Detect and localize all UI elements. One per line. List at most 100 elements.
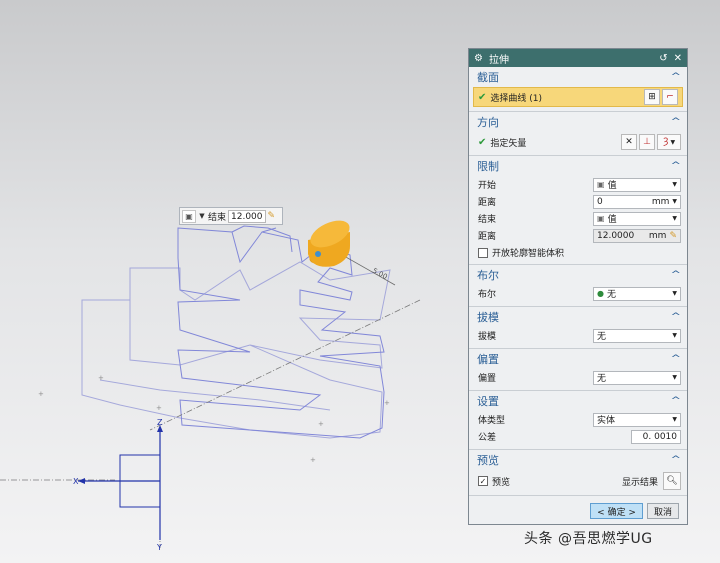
checkmark-icon: ✔: [478, 91, 487, 103]
chevron-down-icon: ▼: [672, 374, 677, 381]
chevron-down-icon: ▼: [672, 181, 677, 188]
open-profile-row[interactable]: 开放轮廓智能体积: [469, 244, 687, 261]
z-axis-label: Z: [157, 418, 163, 427]
end-distance-input[interactable]: 12.0000 mm ✎: [593, 228, 681, 243]
open-profile-label: 开放轮廓智能体积: [492, 249, 565, 259]
offset-header[interactable]: 偏置 ^: [469, 349, 687, 369]
reset-icon[interactable]: ↺: [659, 53, 667, 64]
body-type-select[interactable]: 实体 ▼: [593, 412, 681, 427]
chevron-down-icon[interactable]: ▼: [198, 212, 206, 220]
chevron-up-icon[interactable]: ^: [671, 117, 682, 127]
reverse-direction-icon[interactable]: ✕: [621, 134, 637, 150]
open-profile-checkbox[interactable]: [478, 247, 488, 258]
sketch-section-icon[interactable]: ⌐: [662, 89, 678, 105]
drag-handle-cylinder[interactable]: [306, 215, 354, 268]
mini-end-label: 结束: [208, 212, 227, 223]
section-face-header[interactable]: 截面 ^: [469, 67, 687, 87]
boolean-row: 布尔 ● 无 ▼: [469, 285, 687, 302]
start-label: 开始: [478, 181, 497, 191]
pencil-icon[interactable]: ✎: [268, 211, 276, 221]
specify-vector-label: 指定矢量: [490, 138, 527, 149]
chevron-up-icon[interactable]: ^: [671, 455, 682, 465]
specify-vector-row: ✔ 指定矢量 ✕ ⊥ Ȝ ▼: [469, 132, 687, 152]
offset-row: 偏置 无 ▼: [469, 369, 687, 386]
gear-icon[interactable]: ⚙: [474, 53, 483, 64]
boolean-select[interactable]: ● 无 ▼: [593, 286, 681, 301]
section-face: 截面 ^ ✔ 选择曲线 (1) ⊞ ⌐: [469, 67, 687, 112]
extrude-axis: [149, 299, 421, 431]
draft-label: 拔模: [478, 332, 497, 342]
show-result-label: 显示结果: [621, 477, 658, 488]
section-offset: 偏置 ^ 偏置 无 ▼: [469, 349, 687, 391]
draft-row: 拔模 无 ▼: [469, 327, 687, 344]
section-face-title: 截面: [477, 71, 499, 84]
boolean-title: 布尔: [477, 269, 499, 282]
preview-title: 预览: [477, 454, 499, 467]
svg-text:+: +: [98, 374, 104, 382]
section-limits: 限制 ^ 开始 ▣ 值 ▼ 距离 0 mm ▼ 结束 ▣ 值 ▼ 距离 12.0…: [469, 156, 687, 265]
chevron-up-icon[interactable]: ^: [671, 396, 682, 406]
chevron-up-icon[interactable]: ^: [671, 270, 682, 280]
limits-title: 限制: [477, 160, 499, 173]
end-distance-label: 距离: [478, 232, 497, 242]
chevron-up-icon[interactable]: ^: [671, 72, 682, 82]
chevron-up-icon[interactable]: ^: [671, 354, 682, 364]
chevron-down-icon: ▼: [672, 416, 677, 423]
cancel-button[interactable]: 取消: [646, 503, 679, 519]
preview-label: 预览: [492, 477, 511, 488]
checkmark-icon: ✔: [478, 136, 487, 148]
start-type-select[interactable]: ▣ 值 ▼: [593, 177, 681, 192]
mini-end-value-input[interactable]: 12.000: [228, 209, 266, 223]
dialog-titlebar[interactable]: ⚙ 拉伸 ↺ ✕: [469, 49, 687, 67]
chevron-down-icon: ▼: [672, 290, 677, 297]
svg-text:+: +: [310, 456, 316, 464]
pencil-icon[interactable]: ✎: [669, 231, 677, 241]
settings-title: 设置: [477, 395, 499, 408]
preview-header[interactable]: 预览 ^: [469, 450, 687, 470]
close-icon[interactable]: ✕: [674, 53, 682, 64]
curve-rule-icon[interactable]: ⊞: [644, 89, 660, 105]
start-distance-label: 距离: [478, 198, 497, 208]
boolean-label: 布尔: [478, 290, 497, 300]
chevron-up-icon[interactable]: ^: [671, 161, 682, 171]
vector-dialog-icon[interactable]: ⊥: [639, 134, 655, 150]
ok-button[interactable]: < 确定 >: [590, 503, 643, 519]
offset-label: 偏置: [478, 374, 497, 384]
end-type-select[interactable]: ▣ 值 ▼: [593, 211, 681, 226]
value-type-icon: ▣: [597, 214, 605, 223]
wcs-triad: Z X Y: [73, 418, 163, 552]
boolean-header[interactable]: 布尔 ^: [469, 265, 687, 285]
boolean-none-icon: ●: [597, 289, 604, 298]
section-direction: 方向 ^ ✔ 指定矢量 ✕ ⊥ Ȝ ▼: [469, 112, 687, 156]
magnifier-icon[interactable]: 🔍︎: [663, 472, 681, 490]
vector-type-dropdown[interactable]: Ȝ ▼: [657, 134, 681, 150]
point-markers: + + + + + +: [38, 374, 390, 464]
extrude-type-icon[interactable]: ▣: [182, 209, 196, 223]
tolerance-input[interactable]: 0. 0010: [631, 429, 681, 444]
chevron-down-icon: ▼: [672, 215, 677, 222]
section-draft: 拔模 ^ 拔模 无 ▼: [469, 307, 687, 349]
floating-limit-toolbar: ▣ ▼ 结束 12.000 ✎: [179, 207, 283, 225]
section-settings: 设置 ^ 体类型 实体 ▼ 公差 0. 0010: [469, 391, 687, 450]
preview-checkbox[interactable]: ✓: [478, 476, 488, 486]
draft-title: 拔模: [477, 311, 499, 324]
direction-title: 方向: [477, 116, 499, 129]
draft-header[interactable]: 拔模 ^: [469, 307, 687, 327]
y-axis-label: Y: [156, 543, 162, 552]
tolerance-label: 公差: [478, 433, 497, 443]
limits-header[interactable]: 限制 ^: [469, 156, 687, 176]
select-curve-row[interactable]: ✔ 选择曲线 (1) ⊞ ⌐: [473, 87, 683, 107]
svg-text:+: +: [384, 399, 390, 407]
end-row: 结束 ▣ 值 ▼: [469, 210, 687, 227]
chevron-down-icon[interactable]: ▼: [672, 198, 677, 205]
start-row: 开始 ▣ 值 ▼: [469, 176, 687, 193]
chevron-up-icon[interactable]: ^: [671, 312, 682, 322]
settings-header[interactable]: 设置 ^: [469, 391, 687, 411]
section-preview: 预览 ^ ✓ 预览 显示结果 🔍︎: [469, 450, 687, 496]
start-distance-input[interactable]: 0 mm ▼: [593, 194, 681, 209]
draft-select[interactable]: 无 ▼: [593, 328, 681, 343]
select-curve-label: 选择曲线 (1): [490, 93, 543, 104]
direction-header[interactable]: 方向 ^: [469, 112, 687, 132]
dialog-footer: < 确定 > 取消: [469, 496, 687, 519]
offset-select[interactable]: 无 ▼: [593, 370, 681, 385]
